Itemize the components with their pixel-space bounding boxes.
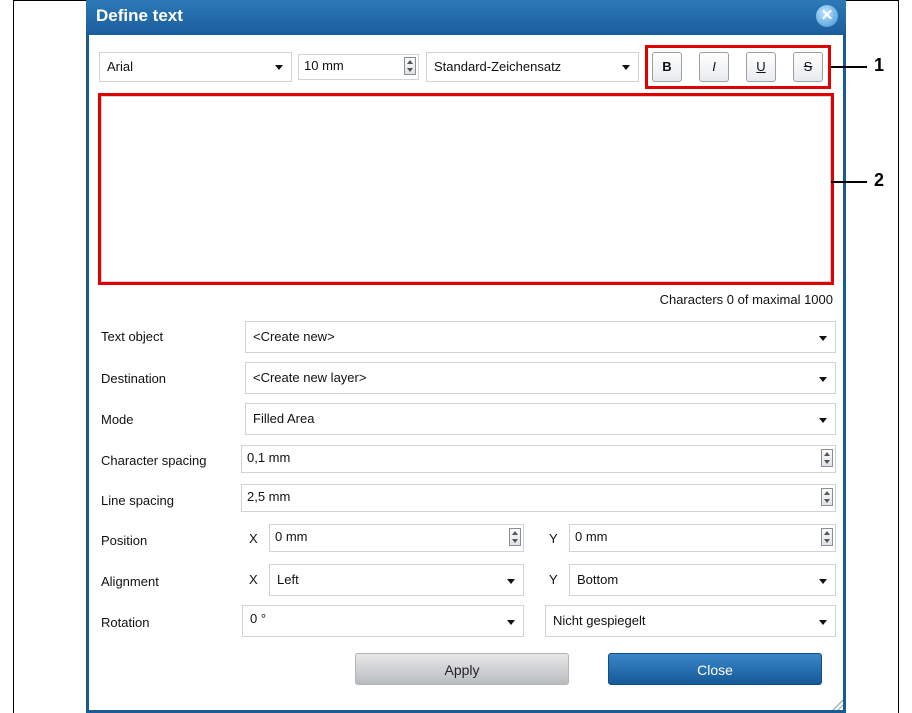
position-x-value: 0 mm [275,529,308,544]
charset-select-value: Standard-Zeichensatz [434,59,562,74]
rotation-value: 0 ° [250,611,267,626]
text-area-highlight [98,93,834,285]
chevron-down-icon [622,65,630,70]
callout-2: 2 [874,170,885,190]
position-y-value: 0 mm [575,529,608,544]
mode-label: Mode [101,412,134,427]
alignment-x-label: X [249,572,258,587]
line-spacing-label: Line spacing [101,493,174,508]
character-count: Characters 0 of maximal 1000 [659,292,833,307]
spin-arrows-icon[interactable] [404,57,416,75]
alignment-y-value: Bottom [577,572,619,587]
close-button[interactable]: Close [608,653,822,685]
apply-button[interactable]: Apply [355,653,569,685]
alignment-label: Alignment [101,574,159,589]
chevron-down-icon [819,418,827,423]
mirror-select[interactable]: Nicht gespiegelt [545,605,836,637]
alignment-x-value: Left [277,572,299,587]
position-y-label: Y [549,531,558,546]
rotation-select[interactable]: 0 ° [242,605,524,637]
title-bar: Define text ✕ [86,0,846,35]
chevron-down-icon [819,579,827,584]
mode-select[interactable]: Filled Area [245,403,836,435]
chevron-down-icon [507,579,515,584]
spin-arrows-icon[interactable] [821,488,833,506]
alignment-x-select[interactable]: Left [269,564,524,596]
text-object-select[interactable]: <Create new> [245,321,836,353]
character-spacing-stepper[interactable]: 0,1 mm [241,445,836,473]
define-text-dialog: Define text ✕ Arial 10 mm Standard-Zeich… [86,0,846,713]
chevron-down-icon [819,620,827,625]
position-x-stepper[interactable]: 0 mm [269,524,524,552]
character-spacing-value: 0,1 mm [247,450,291,465]
destination-value: <Create new layer> [253,370,367,385]
alignment-y-label: Y [549,572,558,587]
callout-1: 1 [874,55,885,75]
size-stepper[interactable]: 10 mm [298,54,419,80]
resize-grip-icon[interactable] [831,698,843,710]
text-object-value: <Create new> [253,329,335,344]
spin-arrows-icon[interactable] [821,528,833,546]
font-select-value: Arial [107,59,134,74]
chevron-down-icon [819,377,827,382]
callout-line-1 [831,66,867,68]
line-spacing-stepper[interactable]: 2,5 mm [241,484,836,512]
chevron-down-icon [507,620,515,625]
character-spacing-label: Character spacing [101,453,207,468]
position-x-label: X [249,531,258,546]
position-y-stepper[interactable]: 0 mm [569,524,836,552]
dialog-title: Define text [96,6,183,25]
rotation-label: Rotation [101,615,150,630]
chevron-down-icon [275,65,283,70]
format-buttons-highlight [645,45,831,89]
callout-line-2 [831,181,867,183]
text-object-label: Text object [101,329,164,344]
position-label: Position [101,533,148,548]
size-value: 10 mm [304,58,344,73]
line-spacing-value: 2,5 mm [247,489,291,504]
destination-select[interactable]: <Create new layer> [245,362,836,394]
destination-label: Destination [101,371,167,386]
close-icon[interactable]: ✕ [816,5,838,27]
font-select[interactable]: Arial [99,52,292,82]
mirror-value: Nicht gespiegelt [553,613,646,628]
charset-select[interactable]: Standard-Zeichensatz [426,52,639,82]
mode-value: Filled Area [253,411,315,426]
alignment-y-select[interactable]: Bottom [569,564,836,596]
spin-arrows-icon[interactable] [509,528,521,546]
spin-arrows-icon[interactable] [821,449,833,467]
chevron-down-icon [819,336,827,341]
